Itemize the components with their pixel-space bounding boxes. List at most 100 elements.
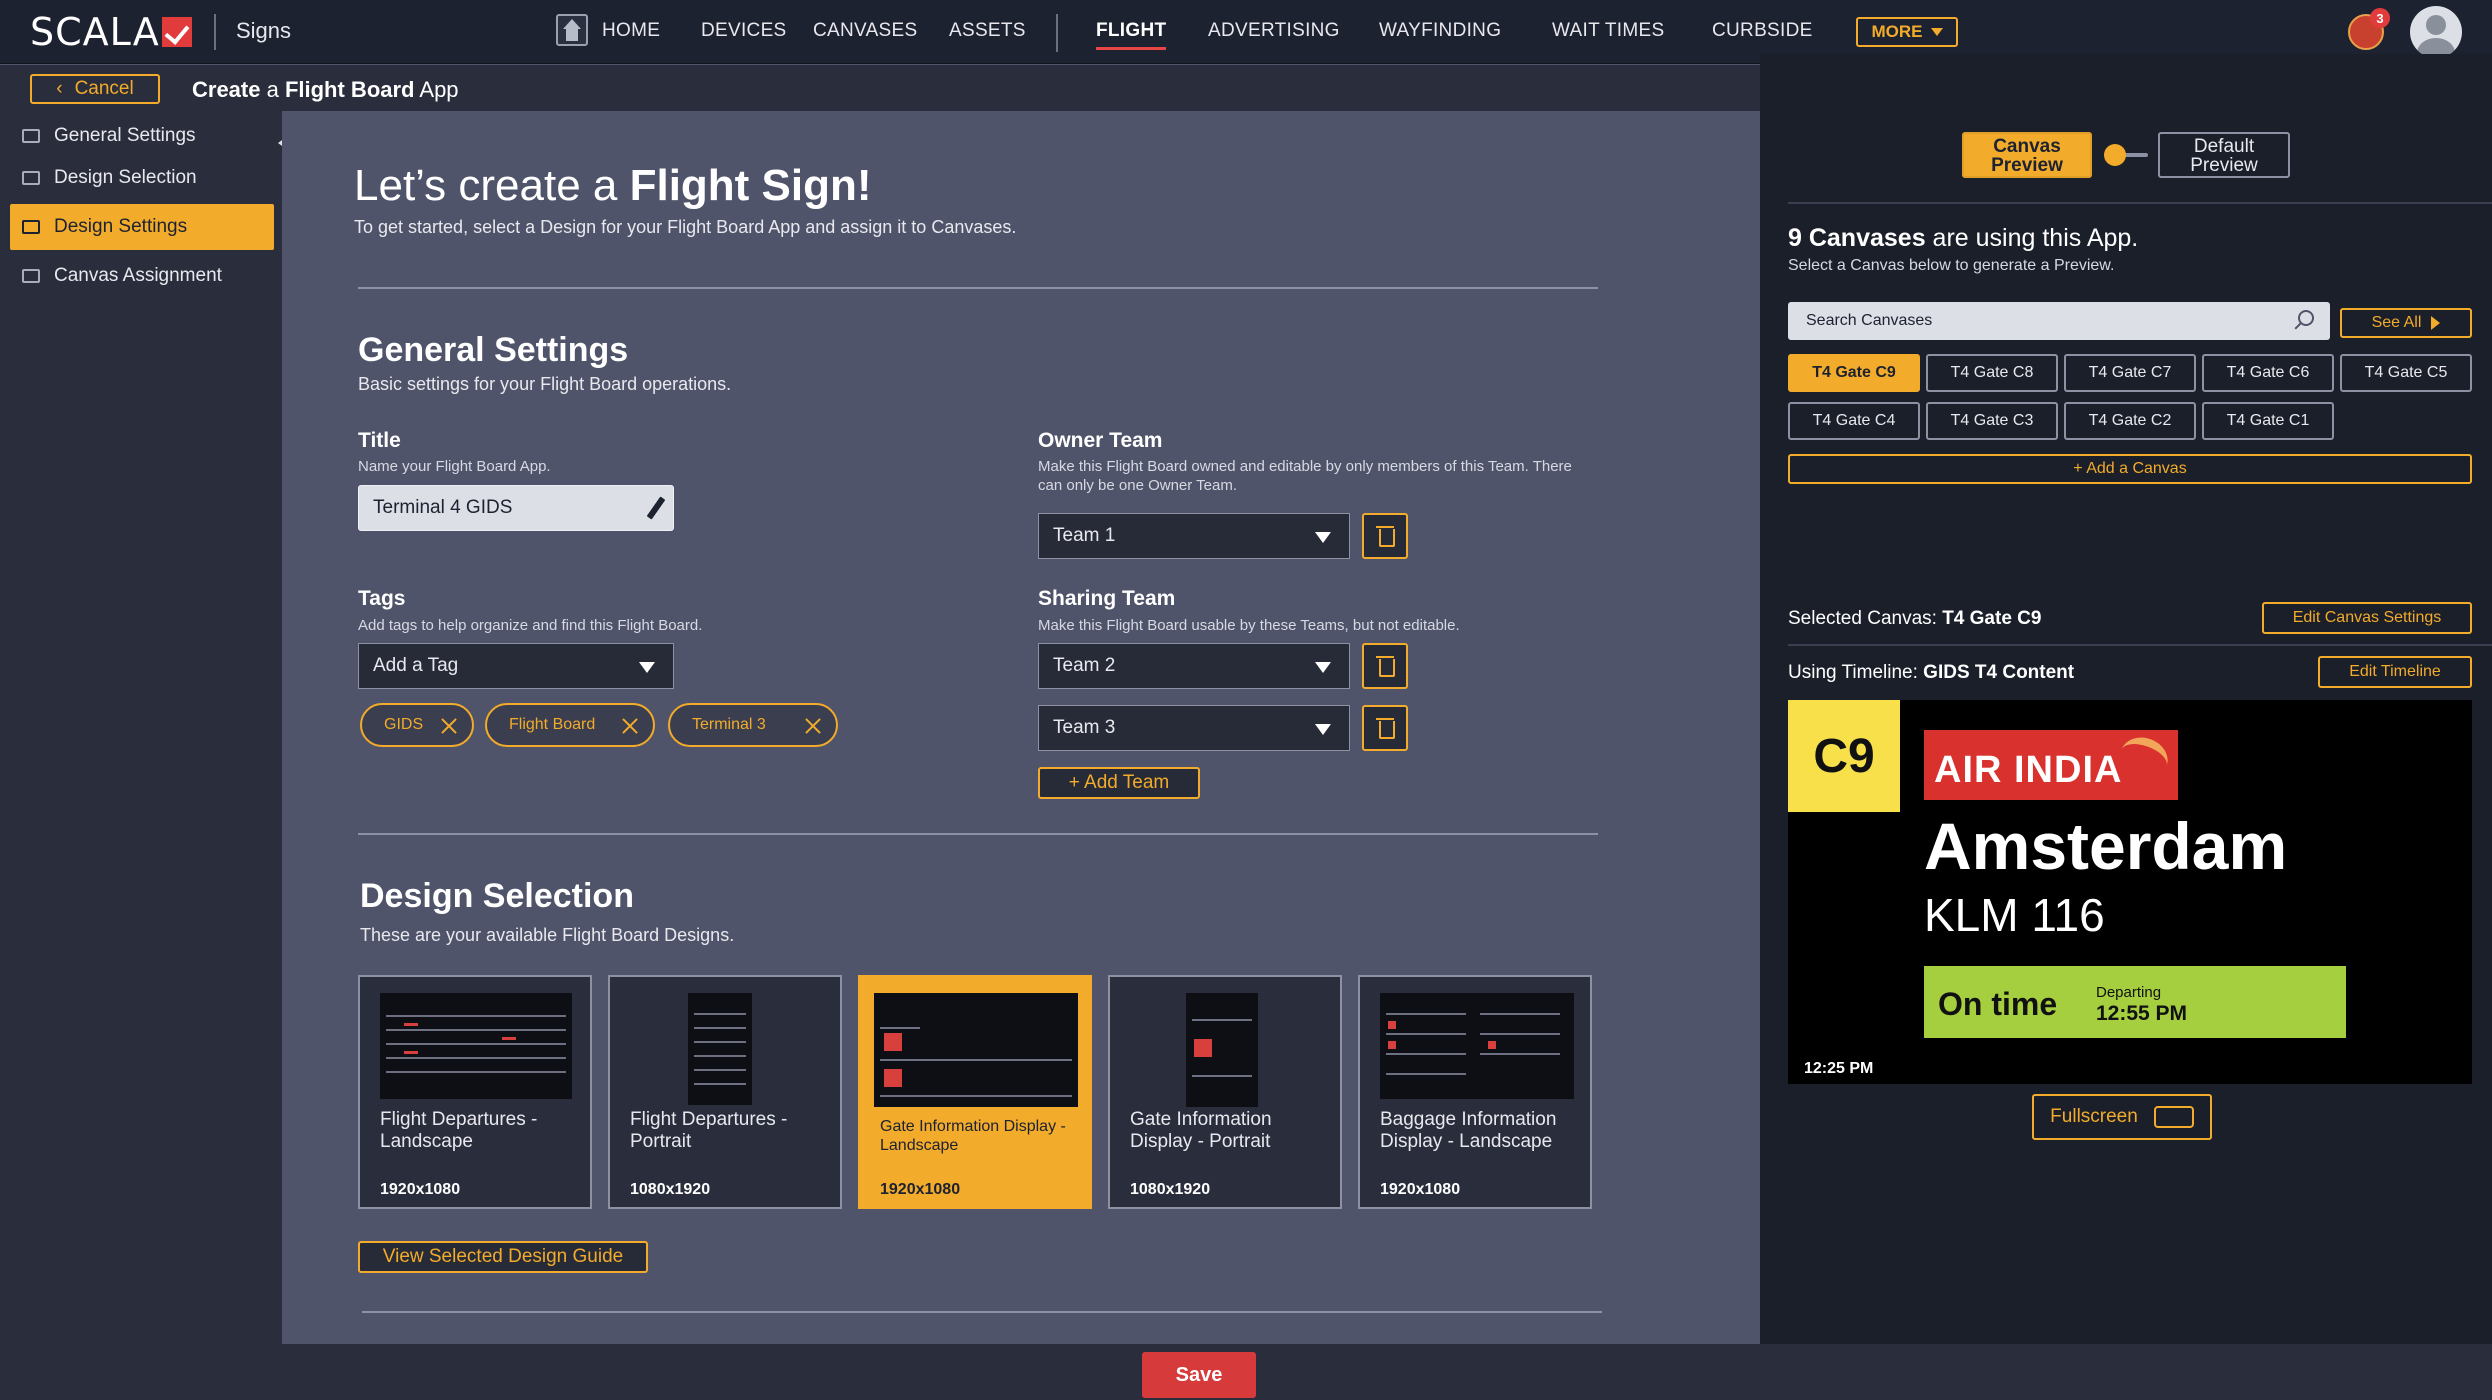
bottom-bar: Save — [0, 1344, 2492, 1400]
user-avatar[interactable] — [2410, 6, 2462, 58]
nav-devices[interactable]: DEVICES — [701, 20, 787, 42]
airline-swoosh-icon — [2114, 730, 2174, 786]
fullscreen-button[interactable]: Fullscreen — [2032, 1094, 2212, 1140]
edit-timeline-button[interactable]: Edit Timeline — [2318, 656, 2472, 688]
thumbnail-row — [1480, 1013, 1560, 1015]
owner-team-select[interactable]: Team 1 — [1038, 513, 1350, 559]
tag-chip[interactable]: Terminal 3 — [668, 703, 838, 747]
trash-icon[interactable] — [1362, 513, 1408, 559]
thumbnail-row — [386, 1043, 566, 1045]
design-card-name: Baggage Information Display - Landscape — [1380, 1109, 1557, 1152]
design-card[interactable]: Gate Information Display - Portrait 1080… — [1108, 975, 1342, 1209]
canvas-chip[interactable]: T4 Gate C6 — [2202, 354, 2334, 392]
sidebar-item-label: General Settings — [54, 125, 196, 146]
thumbnail-row — [880, 1095, 1072, 1097]
page-title: Create a Flight Board App — [192, 77, 459, 103]
add-tag-select[interactable]: Add a Tag — [358, 643, 674, 689]
design-card[interactable]: Flight Departures - Portrait 1080x1920 — [608, 975, 842, 1209]
edit-canvas-settings-button[interactable]: Edit Canvas Settings — [2262, 602, 2472, 634]
home-icon[interactable] — [556, 14, 588, 46]
nav-canvases[interactable]: CANVASES — [813, 20, 917, 42]
nav-wayfinding[interactable]: WAYFINDING — [1379, 20, 1501, 42]
thumbnail-row — [694, 1013, 746, 1015]
trash-icon[interactable] — [1362, 643, 1408, 689]
add-canvas-button[interactable]: + Add a Canvas — [1788, 454, 2472, 484]
design-thumbnail — [1380, 993, 1574, 1099]
sharing-team-select[interactable]: Team 2 — [1038, 643, 1350, 689]
panel-icon — [22, 171, 40, 185]
sidebar-item-canvas-assignment[interactable]: Canvas Assignment — [10, 253, 274, 299]
canvas-chip[interactable]: T4 Gate C7 — [2064, 354, 2196, 392]
thumbnail-row — [1192, 1019, 1252, 1021]
thumbnail-row — [386, 1057, 566, 1059]
nav-assets[interactable]: ASSETS — [949, 20, 1026, 42]
divider — [358, 287, 1598, 289]
close-icon[interactable] — [804, 717, 822, 735]
canvas-preview-button[interactable]: Canvas Preview — [1962, 132, 2092, 178]
caret-down-icon — [1315, 662, 1331, 673]
chevron-left-icon: ‹ — [56, 78, 63, 99]
tag-chip[interactable]: GIDS — [360, 703, 474, 747]
more-menu-button[interactable]: MORE — [1856, 17, 1958, 47]
title-field-help: Name your Flight Board App. — [358, 458, 551, 475]
trash-icon[interactable] — [1362, 705, 1408, 751]
fullscreen-icon — [2153, 1106, 2194, 1128]
divider — [358, 833, 1598, 835]
save-button[interactable]: Save — [1142, 1352, 1256, 1398]
destination: Amsterdam — [1924, 809, 2288, 883]
canvas-chip[interactable]: T4 Gate C2 — [2064, 402, 2196, 440]
design-thumbnail — [380, 993, 572, 1099]
nav-curbside[interactable]: CURBSIDE — [1712, 20, 1813, 42]
selected-canvas: Selected Canvas: T4 Gate C9 — [1788, 608, 2041, 630]
design-card-name: Flight Departures - Portrait — [630, 1109, 788, 1152]
sidebar-item-design-selection[interactable]: Design Selection — [10, 155, 274, 201]
sidebar: General Settings Design Selection Design… — [0, 111, 282, 1344]
product-name: Signs — [236, 18, 292, 43]
thumbnail-row — [386, 1071, 566, 1073]
canvas-chip[interactable]: T4 Gate C9 — [1788, 354, 1920, 392]
canvases-heading: 9 Canvases are using this App. — [1788, 224, 2138, 253]
design-card[interactable]: Baggage Information Display - Landscape … — [1358, 975, 1592, 1209]
canvas-chip[interactable]: T4 Gate C8 — [1926, 354, 2058, 392]
thumbnail-row — [386, 1029, 566, 1031]
thumbnail-status-mark — [1488, 1041, 1496, 1049]
sharing-team-select[interactable]: Team 3 — [1038, 705, 1350, 751]
list-icon — [22, 129, 40, 143]
close-icon[interactable] — [621, 717, 639, 735]
general-settings-title: General Settings — [358, 331, 629, 369]
flight-number: KLM 116 — [1924, 889, 2105, 941]
add-team-button[interactable]: + Add Team — [1038, 767, 1200, 799]
sidebar-item-design-settings[interactable]: Design Settings — [10, 204, 274, 250]
scala-logo[interactable]: SCALA — [30, 10, 192, 54]
default-preview-button[interactable]: Default Preview — [2158, 132, 2290, 178]
canvas-chip[interactable]: T4 Gate C5 — [2340, 354, 2472, 392]
logo-check-icon — [161, 17, 192, 47]
view-design-guide-button[interactable]: View Selected Design Guide — [358, 1241, 648, 1273]
nav-advertising[interactable]: ADVERTISING — [1208, 20, 1340, 42]
design-card-selected[interactable]: Gate Information Display - Landscape 192… — [858, 975, 1092, 1209]
canvas-chip[interactable]: T4 Gate C1 — [2202, 402, 2334, 440]
selected-canvas-value: T4 Gate C9 — [1942, 608, 2042, 629]
columns-icon — [22, 220, 40, 234]
design-card-resolution: 1920x1080 — [380, 1181, 461, 1198]
design-card[interactable]: Flight Departures - Landscape 1920x1080 — [358, 975, 592, 1209]
thumbnail-row — [694, 1069, 746, 1071]
nav-wait-times[interactable]: WAIT TIMES — [1552, 20, 1664, 42]
title-input[interactable]: Terminal 4 GIDS — [358, 485, 674, 531]
thumbnail-row — [880, 1059, 1072, 1061]
preview-toggle[interactable] — [2104, 144, 2148, 166]
close-icon[interactable] — [440, 717, 458, 735]
sidebar-item-general-settings[interactable]: General Settings — [10, 113, 274, 159]
departing-time: 12:55 PM — [2096, 1002, 2188, 1025]
canvas-chip[interactable]: T4 Gate C3 — [1926, 402, 2058, 440]
design-selection-title: Design Selection — [360, 877, 634, 915]
cancel-button[interactable]: ‹ Cancel — [30, 74, 160, 104]
see-all-button[interactable]: See All — [2340, 308, 2472, 338]
nav-home[interactable]: HOME — [602, 20, 660, 42]
canvas-chip[interactable]: T4 Gate C4 — [1788, 402, 1920, 440]
nav-flight[interactable]: FLIGHT — [1096, 20, 1167, 50]
design-thumbnail — [688, 993, 752, 1105]
design-thumbnail — [1186, 993, 1258, 1107]
search-canvases-input[interactable]: Search Canvases — [1788, 302, 2330, 340]
tag-chip[interactable]: Flight Board — [485, 703, 655, 747]
